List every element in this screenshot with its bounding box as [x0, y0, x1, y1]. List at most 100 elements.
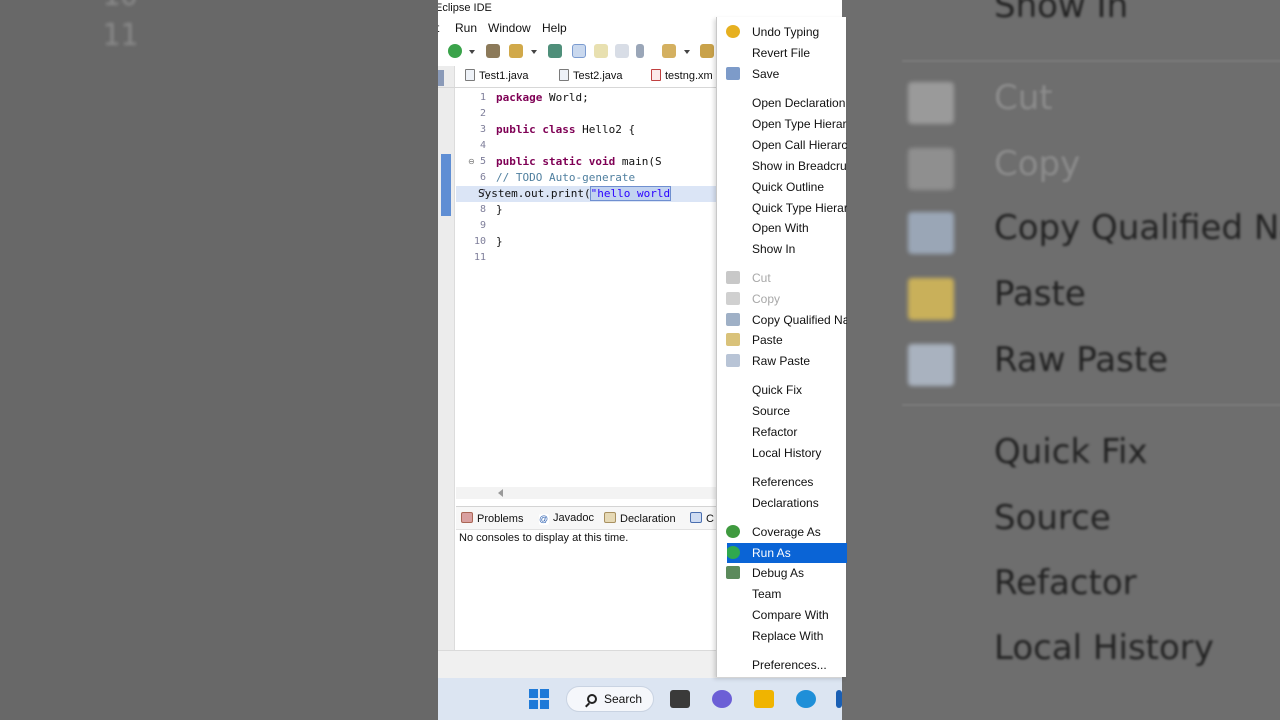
- blurred-separator: [902, 60, 1280, 62]
- code-line[interactable]: 2: [456, 106, 728, 122]
- open-perspective-icon[interactable]: [486, 44, 500, 58]
- menu-item-open-with[interactable]: Open With: [717, 218, 847, 238]
- chevron-down-icon[interactable]: [469, 50, 475, 54]
- tab-test1[interactable]: Test1.java: [465, 69, 529, 87]
- store-icon[interactable]: [836, 690, 842, 708]
- menu-item-label: Open With: [752, 221, 809, 235]
- fold-collapse-icon[interactable]: ⊖: [468, 157, 475, 166]
- menu-item-open-type-hierarc[interactable]: Open Type Hierarc: [717, 114, 847, 134]
- declaration-icon: [604, 512, 616, 523]
- menu-item-label: Debug As: [752, 566, 805, 580]
- blurred-editor-backdrop: 10 11: [0, 0, 438, 720]
- code-line[interactable]: 7 System.out.print("hello world: [456, 186, 728, 202]
- menu-item-open-declaration[interactable]: Open Declaration: [717, 93, 847, 113]
- highlight-toggle-icon[interactable]: [572, 44, 586, 58]
- code-line[interactable]: 8 }: [456, 202, 728, 218]
- menu-item-team[interactable]: Team: [717, 584, 847, 604]
- chevron-down-icon[interactable]: [531, 50, 537, 54]
- menu-item-label: Quick Outline: [752, 180, 825, 194]
- line-number: 1: [479, 92, 486, 103]
- menu-item-references[interactable]: References: [717, 472, 847, 492]
- blurred-menu-label: Raw Paste: [994, 340, 1169, 380]
- tab-testng[interactable]: testng.xm: [651, 69, 713, 87]
- menu-window[interactable]: Window: [488, 21, 531, 35]
- menu-run[interactable]: Run: [455, 21, 477, 35]
- code-token: }: [496, 203, 503, 216]
- refresh-icon[interactable]: [448, 44, 462, 58]
- menu-item-source[interactable]: Source: [717, 401, 847, 421]
- menu-item-coverage-as[interactable]: Coverage As: [717, 522, 847, 542]
- chat-icon[interactable]: [712, 690, 732, 708]
- code-line[interactable]: 6 // TODO Auto-generate: [456, 170, 728, 186]
- menu-item-show-in[interactable]: Show In: [717, 239, 847, 259]
- code-editor[interactable]: 1 package World; 2 3 public class Hello2 {4 5…: [456, 88, 728, 483]
- menu-item-run-as[interactable]: Run As: [727, 543, 847, 563]
- menu-item-local-history[interactable]: Local History: [717, 443, 847, 463]
- menu-item-show-in-breadcrum[interactable]: Show in Breadcrum: [717, 156, 847, 176]
- code-text: public class Hello2 {: [496, 122, 635, 138]
- menu-item-truncated[interactable]: t: [438, 21, 439, 35]
- file-explorer-icon[interactable]: [754, 690, 774, 708]
- code-line[interactable]: 9: [456, 218, 728, 234]
- blurred-menu-icon: [908, 278, 954, 320]
- edge-browser-icon[interactable]: [796, 690, 816, 708]
- menu-item-declarations[interactable]: Declarations: [717, 493, 847, 513]
- tab-declaration[interactable]: Declaration: [604, 512, 676, 525]
- taskbar-search[interactable]: Search: [566, 686, 654, 712]
- menu-item-save[interactable]: Save: [717, 64, 847, 84]
- code-line[interactable]: 11: [456, 250, 728, 266]
- menu-item-label: Open Declaration: [752, 96, 846, 110]
- menu-item-label: Show In: [752, 242, 796, 256]
- show-whitespace-icon[interactable]: [636, 44, 644, 58]
- pencil-icon[interactable]: [509, 44, 523, 58]
- previous-annotation-icon[interactable]: [700, 44, 714, 58]
- menu-help[interactable]: Help: [542, 21, 567, 35]
- menu-item-quick-outline[interactable]: Quick Outline: [717, 177, 847, 197]
- menu-item-label: Raw Paste: [752, 354, 811, 368]
- menu-item-replace-with[interactable]: Replace With: [717, 626, 847, 646]
- marker-icon[interactable]: [548, 44, 562, 58]
- menu-item-refactor[interactable]: Refactor: [717, 422, 847, 442]
- toggle-mark-icon[interactable]: [594, 44, 608, 58]
- menu-item-quick-type-hierarc[interactable]: Quick Type Hierarc: [717, 198, 847, 218]
- tab-label: testng.xm: [665, 70, 713, 82]
- code-line[interactable]: 5 public static void main(S: [456, 154, 728, 170]
- menu-item-preferences[interactable]: Preferences...: [717, 655, 847, 675]
- chevron-down-icon[interactable]: [684, 50, 690, 54]
- tab-test2[interactable]: Test2.java: [559, 69, 623, 87]
- line-number: 10: [473, 236, 486, 247]
- blurred-menu-icon: [908, 148, 954, 190]
- next-annotation-icon[interactable]: [662, 44, 676, 58]
- tab-console[interactable]: C: [690, 512, 714, 525]
- code-line[interactable]: 3 public class Hello2 {: [456, 122, 728, 138]
- run-icon: [727, 546, 740, 559]
- java-file-icon: [465, 69, 475, 81]
- tab-label: Javadoc: [553, 512, 594, 524]
- scroll-left-icon[interactable]: [498, 489, 503, 497]
- menu-item-cut[interactable]: Cut: [717, 268, 847, 288]
- windows-start-icon[interactable]: [529, 689, 549, 709]
- menu-item-paste[interactable]: Paste: [717, 330, 847, 350]
- code-line[interactable]: 1 package World;: [456, 90, 728, 106]
- blurred-menu-label: Local History: [994, 628, 1214, 668]
- menu-item-copy[interactable]: Copy: [717, 289, 847, 309]
- menu-item-label: Run As: [752, 546, 791, 560]
- block-selection-icon[interactable]: [615, 44, 629, 58]
- code-line[interactable]: 4: [456, 138, 728, 154]
- blurred-menu-label: Show In: [994, 0, 1129, 26]
- task-view-icon[interactable]: [670, 690, 690, 708]
- save-icon: [726, 67, 740, 80]
- menu-item-revert-file[interactable]: Revert File: [717, 43, 847, 63]
- menu-item-copy-qualified-na[interactable]: Copy Qualified Na: [717, 310, 847, 330]
- menu-item-undo-typing[interactable]: Undo Typing: [717, 22, 847, 42]
- menu-item-debug-as[interactable]: Debug As: [717, 563, 847, 583]
- taskbar-search-label: Search: [604, 692, 643, 706]
- tab-problems[interactable]: Problems: [461, 512, 523, 525]
- menu-item-open-call-hierarch[interactable]: Open Call Hierarch: [717, 135, 847, 155]
- menu-item-raw-paste[interactable]: Raw Paste: [717, 351, 847, 371]
- menu-item-quick-fix[interactable]: Quick Fix: [717, 380, 847, 400]
- menu-item-compare-with[interactable]: Compare With: [717, 605, 847, 625]
- code-line[interactable]: 10}: [456, 234, 728, 250]
- tab-javadoc[interactable]: @ Javadoc: [539, 512, 594, 525]
- horizontal-scrollbar[interactable]: [456, 487, 728, 499]
